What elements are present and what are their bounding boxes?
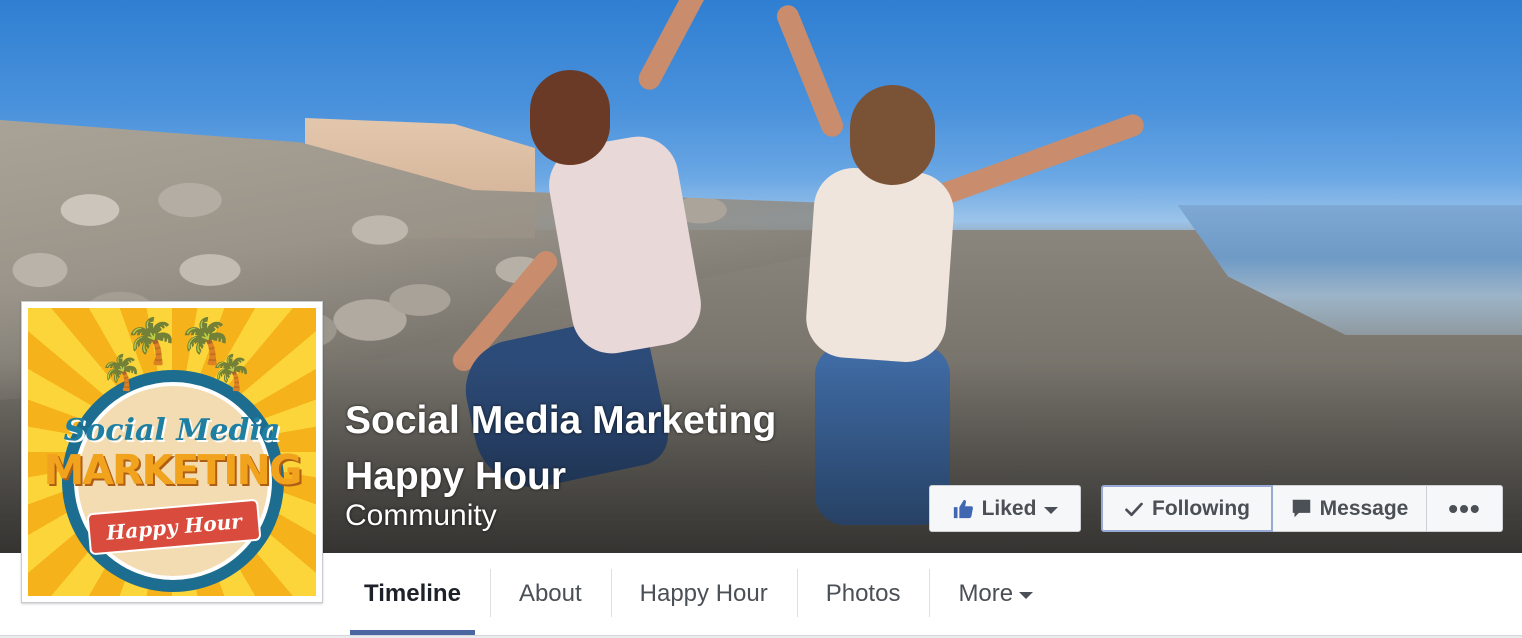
tab-label: Timeline [364,580,461,607]
tab-photos[interactable]: Photos [796,553,930,635]
thumbs-up-icon [953,499,973,518]
following-button[interactable]: Following [1101,485,1273,532]
palm-tree-icon: 🌴 [210,354,253,392]
person-torso [803,165,957,365]
tab-about[interactable]: About [489,553,611,635]
page-category[interactable]: Community [345,498,497,534]
chevron-down-icon [1044,507,1059,514]
palm-tree-icon: 🌴 [100,354,143,392]
person-head [850,85,935,185]
tab-happy-hour[interactable]: Happy Hour [610,553,797,635]
person-arm [923,111,1147,211]
message-bubble-icon [1292,499,1310,518]
tab-label: Photos [825,580,901,607]
tab-timeline[interactable]: Timeline [335,553,490,635]
tab-label: More [958,580,1014,607]
person-arm [773,1,847,141]
person-head [530,70,610,165]
liked-button[interactable]: Liked [929,485,1081,532]
page-tabs: Timeline About Happy Hour Photos More [335,553,1062,635]
person-arm [634,0,716,94]
checkmark-icon [1125,502,1143,516]
logo-text-happy-hour: Happy Hour [105,509,243,545]
message-label: Message [1319,496,1409,520]
logo-text-marketing: MARKETING [43,446,302,494]
tab-label: About [518,580,582,607]
logo-text-social-media: Social Media [63,413,281,448]
chevron-down-icon [1019,592,1034,599]
following-label: Following [1152,496,1250,520]
tab-label: Happy Hour [639,580,768,607]
page-title[interactable]: Social Media Marketing Happy Hour [345,393,865,505]
liked-label: Liked [981,496,1037,520]
tab-more[interactable]: More [929,553,1062,635]
more-dots-icon: ••• [1448,492,1481,524]
more-options-button[interactable]: ••• [1427,485,1503,532]
message-button[interactable]: Message [1273,485,1427,532]
profile-picture[interactable]: 🌴 🌴 🌴 🌴 Social Media MARKETING Happy Hou… [21,301,323,603]
page-logo: 🌴 🌴 🌴 🌴 Social Media MARKETING Happy Hou… [28,308,316,596]
